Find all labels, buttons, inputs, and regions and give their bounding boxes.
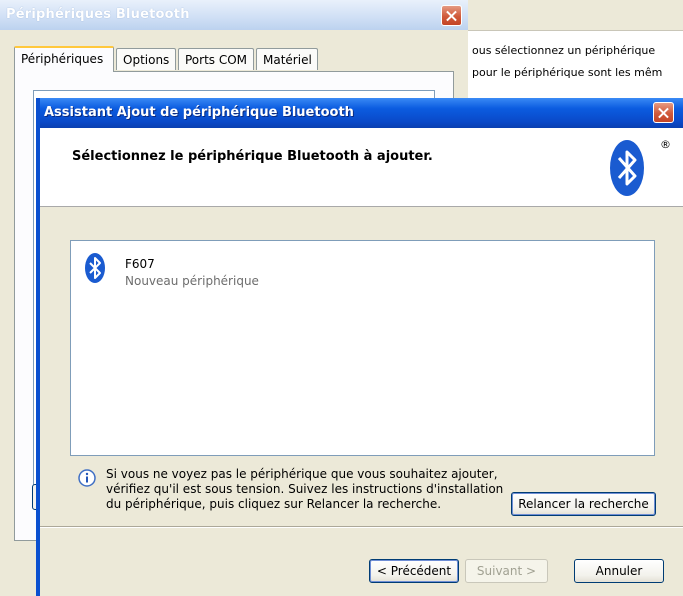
divider — [40, 526, 683, 528]
device-name: F607 — [125, 257, 155, 271]
back-button[interactable]: < Précédent — [369, 559, 459, 583]
next-button[interactable]: Suivant > — [465, 559, 548, 583]
bluetooth-icon — [85, 253, 105, 283]
window-titlebar: Périphériques Bluetooth — [0, 0, 468, 30]
device-list[interactable]: F607 Nouveau périphérique — [70, 240, 655, 456]
device-status: Nouveau périphérique — [125, 274, 259, 288]
add-bluetooth-device-wizard: Assistant Ajout de périphérique Bluetoot… — [36, 98, 683, 596]
background-text-line-1: ous sélectionnez un périphérique — [472, 44, 656, 57]
close-icon[interactable] — [441, 5, 462, 26]
wizard-titlebar: Assistant Ajout de périphérique Bluetoot… — [36, 98, 683, 128]
info-message: Si vous ne voyez pas le périphérique que… — [106, 467, 504, 511]
tab-materiel[interactable]: Matériel — [256, 48, 318, 70]
background-text-line-2: pour le périphérique sont les mêm — [472, 66, 663, 79]
bluetooth-logo-icon — [610, 140, 644, 196]
cancel-button[interactable]: Annuler — [574, 559, 664, 583]
background-toolbar — [468, 0, 683, 31]
registered-mark: ® — [660, 138, 671, 151]
close-icon[interactable] — [653, 102, 674, 123]
wizard-title: Assistant Ajout de périphérique Bluetoot… — [44, 105, 354, 120]
tab-peripheriques[interactable]: Périphériques — [14, 46, 114, 72]
wizard-instruction: Sélectionnez le périphérique Bluetooth à… — [72, 149, 433, 164]
tab-ports-com[interactable]: Ports COM — [178, 48, 254, 70]
rescan-button[interactable]: Relancer la recherche — [511, 492, 656, 516]
tab-options[interactable]: Options — [116, 48, 176, 70]
info-icon — [78, 469, 96, 487]
window-title: Périphériques Bluetooth — [6, 7, 190, 22]
wizard-header: Sélectionnez le périphérique Bluetooth à… — [40, 128, 683, 207]
list-item[interactable]: F607 Nouveau périphérique — [85, 253, 305, 293]
